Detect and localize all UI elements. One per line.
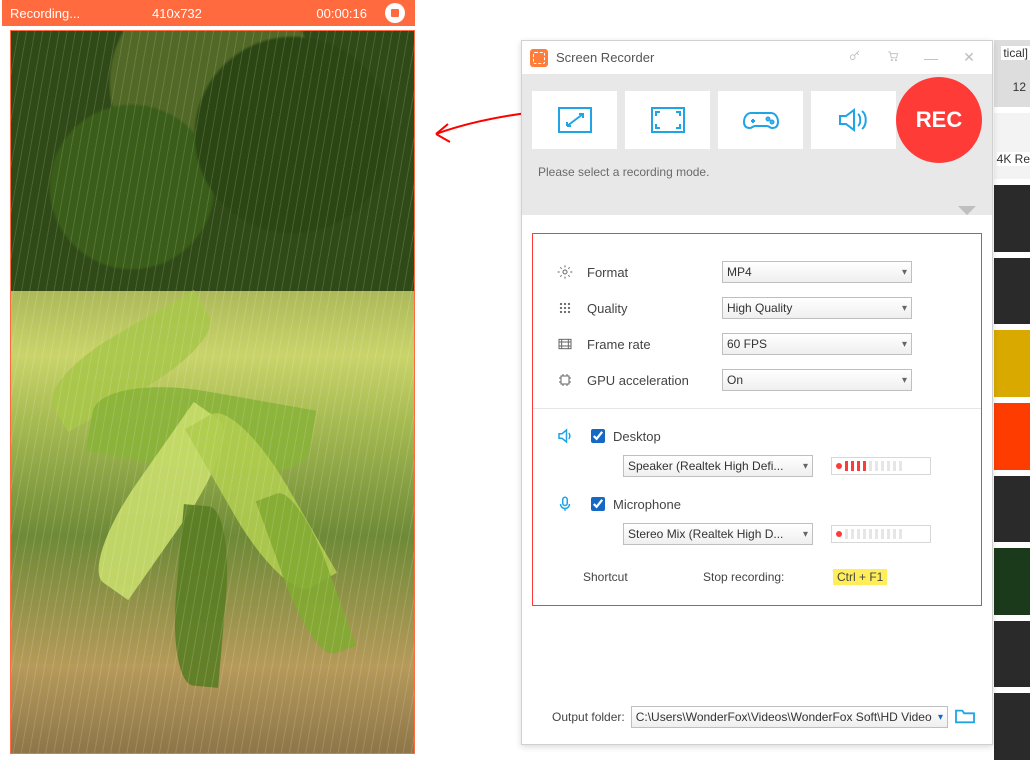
recording-dimensions: 410x732 <box>152 6 202 21</box>
fps-row: Frame rate 60 FPS <box>553 326 961 362</box>
gpu-row: GPU acceleration On <box>553 362 961 398</box>
shortcut-key: Ctrl + F1 <box>833 569 887 585</box>
minimize-button[interactable]: — <box>916 50 946 66</box>
shortcut-row: Shortcut Stop recording: Ctrl + F1 <box>553 563 961 595</box>
format-select[interactable]: MP4 <box>722 261 912 283</box>
desktop-device-select[interactable]: Speaker (Realtek High Defi... <box>623 455 813 477</box>
film-icon <box>553 336 577 352</box>
mode-hint: Please select a recording mode. <box>522 165 992 201</box>
mode-game-button[interactable] <box>718 91 803 149</box>
mic-audio-meter <box>831 525 931 543</box>
output-path-select[interactable]: C:\Users\WonderFox\Videos\WonderFox Soft… <box>631 706 948 728</box>
cart-icon[interactable] <box>878 49 908 66</box>
collapse-arrow-icon[interactable] <box>522 201 992 215</box>
microphone-icon <box>553 495 577 513</box>
quality-label: Quality <box>577 301 722 316</box>
shortcut-label: Shortcut <box>583 570 703 584</box>
mic-audio-row: Microphone <box>553 495 961 513</box>
gear-icon <box>553 264 577 280</box>
output-label: Output folder: <box>552 710 625 724</box>
output-row: Output folder: C:\Users\WonderFox\Videos… <box>522 706 992 736</box>
mic-audio-checkbox[interactable] <box>591 497 605 511</box>
open-folder-button[interactable] <box>954 707 976 728</box>
fps-select[interactable]: 60 FPS <box>722 333 912 355</box>
format-row: Format MP4 <box>553 254 961 290</box>
quality-select[interactable]: High Quality <box>722 297 912 319</box>
gpu-select[interactable]: On <box>722 369 912 391</box>
recording-elapsed: 00:00:16 <box>316 6 367 21</box>
background-thumbnails <box>994 40 1030 760</box>
record-button[interactable]: REC <box>896 77 982 163</box>
settings-panel: Format MP4 Quality High Quality Frame ra… <box>532 233 982 606</box>
recording-status: Recording... <box>10 6 80 21</box>
shortcut-action: Stop recording: <box>703 570 833 584</box>
screen-recorder-window: Screen Recorder — ✕ REC Please select a … <box>521 40 993 745</box>
mic-device-select[interactable]: Stereo Mix (Realtek High D... <box>623 523 813 545</box>
stop-recording-button[interactable] <box>385 3 405 23</box>
bg-text-1: tical] <box>1001 46 1030 60</box>
titlebar: Screen Recorder — ✕ <box>522 41 992 75</box>
mode-fullscreen-button[interactable] <box>625 91 710 149</box>
key-icon[interactable] <box>840 49 870 66</box>
close-button[interactable]: ✕ <box>954 49 984 66</box>
bg-text-3: 4K Re <box>997 152 1030 166</box>
desktop-audio-label: Desktop <box>613 429 661 444</box>
quality-icon <box>553 300 577 316</box>
chip-icon <box>553 372 577 388</box>
mode-region-button[interactable] <box>532 91 617 149</box>
mode-toolbar: REC <box>522 75 992 165</box>
quality-row: Quality High Quality <box>553 290 961 326</box>
recording-preview <box>10 30 415 754</box>
bg-text-2: 12 <box>1013 80 1026 94</box>
gpu-label: GPU acceleration <box>577 373 722 388</box>
desktop-audio-meter <box>831 457 931 475</box>
fps-label: Frame rate <box>577 337 722 352</box>
recording-bar: Recording... 410x732 00:00:16 <box>2 0 415 26</box>
desktop-audio-checkbox[interactable] <box>591 429 605 443</box>
format-label: Format <box>577 265 722 280</box>
app-logo-icon <box>530 49 548 67</box>
speaker-icon <box>553 427 577 445</box>
desktop-audio-row: Desktop <box>553 427 961 445</box>
mode-audio-button[interactable] <box>811 91 896 149</box>
window-title: Screen Recorder <box>556 50 832 65</box>
mic-audio-label: Microphone <box>613 497 681 512</box>
